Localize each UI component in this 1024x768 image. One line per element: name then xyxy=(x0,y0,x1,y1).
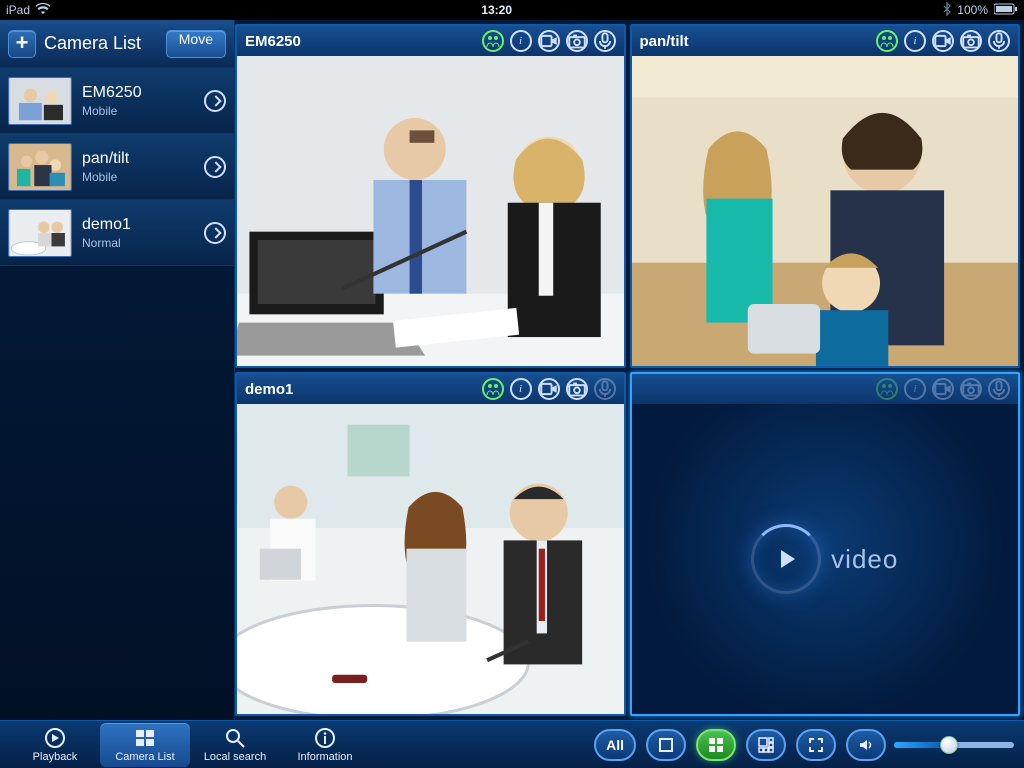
record-icon[interactable] xyxy=(538,30,560,52)
chevron-right-icon[interactable] xyxy=(204,90,226,112)
feed-header: demo1 i xyxy=(237,374,624,404)
camera-thumb xyxy=(8,77,72,125)
nav-cameralist[interactable]: Camera List xyxy=(100,723,190,767)
clock: 13:20 xyxy=(50,3,943,17)
feed-tile-3[interactable]: demo1 i xyxy=(235,372,626,716)
mic-icon[interactable] xyxy=(988,378,1010,400)
camera-list: EM6250 Mobile pan/tilt Mobile xyxy=(0,68,234,720)
nav-label: Playback xyxy=(33,751,78,763)
record-icon[interactable] xyxy=(538,378,560,400)
camera-item-pantilt[interactable]: pan/tilt Mobile xyxy=(0,134,234,200)
feed-video xyxy=(237,56,624,366)
status-bar: iPad 13:20 100% xyxy=(0,0,1024,20)
feed-header: i xyxy=(632,374,1019,404)
info-icon[interactable]: i xyxy=(510,378,532,400)
snapshot-icon[interactable] xyxy=(566,30,588,52)
nav-localsearch[interactable]: Local search xyxy=(190,723,280,767)
camera-name: pan/tilt xyxy=(82,150,204,168)
info-icon xyxy=(314,727,336,749)
camera-name: EM6250 xyxy=(82,84,204,102)
info-icon[interactable]: i xyxy=(904,378,926,400)
nav-tabs: Playback Camera List Local search Inform… xyxy=(10,723,370,767)
mic-icon[interactable] xyxy=(594,30,616,52)
nav-label: Information xyxy=(297,751,352,763)
record-icon[interactable] xyxy=(932,378,954,400)
wifi-icon xyxy=(36,3,50,18)
feed-header: pan/tilt i xyxy=(632,26,1019,56)
layout-controls: All xyxy=(594,729,1014,761)
record-icon[interactable] xyxy=(932,30,954,52)
feed-placeholder: video xyxy=(632,404,1019,714)
nav-label: Local search xyxy=(204,751,266,763)
chevron-right-icon[interactable] xyxy=(204,156,226,178)
volume-button[interactable] xyxy=(846,729,886,761)
feed-tile-2[interactable]: pan/tilt i xyxy=(630,24,1021,368)
nav-playback[interactable]: Playback xyxy=(10,723,100,767)
info-icon[interactable]: i xyxy=(904,30,926,52)
mic-icon[interactable] xyxy=(594,378,616,400)
search-icon xyxy=(224,727,246,749)
motion-people-icon[interactable] xyxy=(482,30,504,52)
camera-item-demo1[interactable]: demo1 Normal xyxy=(0,200,234,266)
sidebar: + Camera List Move EM6250 Mobile xyxy=(0,20,235,720)
camera-status: Normal xyxy=(82,236,204,250)
nav-label: Camera List xyxy=(115,751,174,763)
snapshot-icon[interactable] xyxy=(960,378,982,400)
feed-title: demo1 xyxy=(245,381,482,398)
camera-item-em6250[interactable]: EM6250 Mobile xyxy=(0,68,234,134)
add-camera-button[interactable]: + xyxy=(8,30,36,58)
placeholder-label: video xyxy=(831,544,898,575)
info-icon[interactable]: i xyxy=(510,30,532,52)
feed-title: pan/tilt xyxy=(640,33,877,50)
layout-1x1-button[interactable] xyxy=(646,729,686,761)
playback-icon xyxy=(44,727,66,749)
volume-slider[interactable] xyxy=(894,742,1014,748)
camera-status: Mobile xyxy=(82,104,204,118)
feed-title: EM6250 xyxy=(245,33,482,50)
camera-thumb xyxy=(8,143,72,191)
camera-thumb xyxy=(8,209,72,257)
feed-video xyxy=(237,404,624,714)
feed-tile-1[interactable]: EM6250 i xyxy=(235,24,626,368)
play-icon xyxy=(751,524,821,594)
snapshot-icon[interactable] xyxy=(566,378,588,400)
motion-people-icon[interactable] xyxy=(482,378,504,400)
motion-people-icon[interactable] xyxy=(876,378,898,400)
mic-icon[interactable] xyxy=(988,30,1010,52)
battery-label: 100% xyxy=(957,3,988,17)
feed-video xyxy=(632,56,1019,366)
motion-people-icon[interactable] xyxy=(876,30,898,52)
feed-tile-4[interactable]: i video xyxy=(630,372,1021,716)
camera-name: demo1 xyxy=(82,216,204,234)
fullscreen-button[interactable] xyxy=(796,729,836,761)
nav-information[interactable]: Information xyxy=(280,723,370,767)
feed-grid: EM6250 i xyxy=(235,20,1024,720)
bluetooth-icon xyxy=(943,2,951,19)
bottom-bar: Playback Camera List Local search Inform… xyxy=(0,720,1024,768)
move-button[interactable]: Move xyxy=(166,30,226,58)
feed-header: EM6250 i xyxy=(237,26,624,56)
snapshot-icon[interactable] xyxy=(960,30,982,52)
battery-icon xyxy=(994,3,1018,18)
sidebar-header: + Camera List Move xyxy=(0,20,234,68)
layout-all-button[interactable]: All xyxy=(594,729,636,761)
volume-control xyxy=(846,729,1014,761)
camera-status: Mobile xyxy=(82,170,204,184)
chevron-right-icon[interactable] xyxy=(204,222,226,244)
layout-1plus5-button[interactable] xyxy=(746,729,786,761)
device-label: iPad xyxy=(6,3,30,17)
cameralist-icon xyxy=(134,727,156,749)
sidebar-title: Camera List xyxy=(44,33,166,54)
layout-2x2-button[interactable] xyxy=(696,729,736,761)
